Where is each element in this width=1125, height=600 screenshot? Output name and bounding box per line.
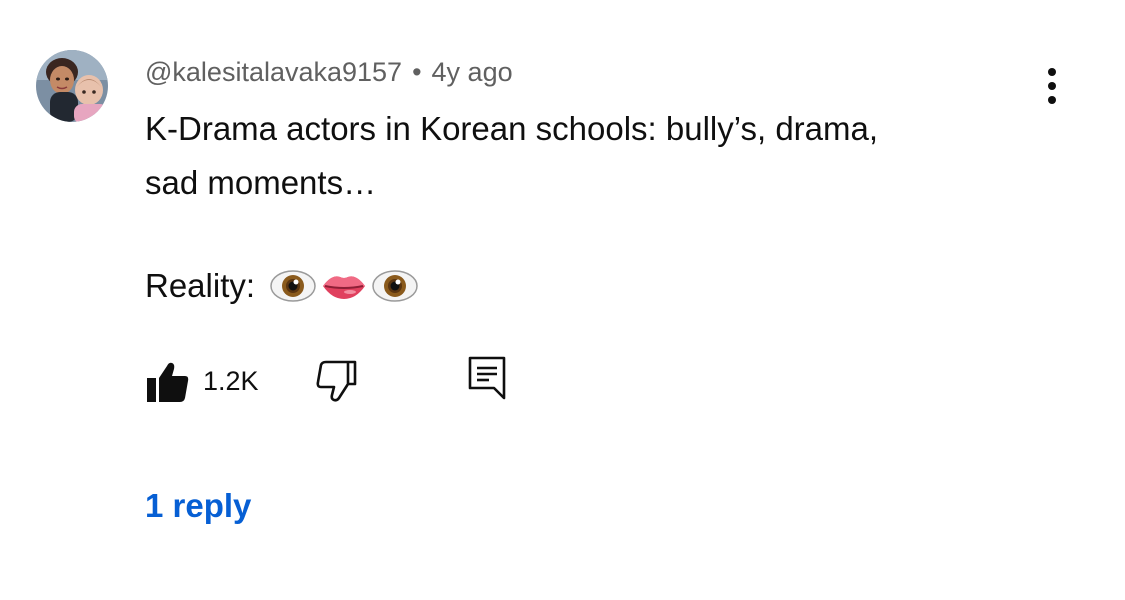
more-vertical-icon [1048,68,1056,104]
avatar-photo [36,50,108,122]
comment-text-line: K-Drama actors in Korean schools: bully’… [145,110,879,147]
comment-thread: @kalesitalavaka9157 • 4y ago K-Drama actor… [0,0,1125,600]
avatar[interactable] [36,50,108,122]
lips-icon [323,276,366,299]
eye-icon [372,270,418,302]
comment-meta: @kalesitalavaka9157 • 4y ago [145,55,513,89]
eye-icon [270,270,316,302]
comment-timestamp: 4y ago [431,57,513,87]
like-count: 1.2K [203,366,259,396]
reply-button[interactable] [465,354,509,404]
author-handle[interactable]: @kalesitalavaka9157 [145,57,402,87]
comment-text-line: sad moments… [145,164,377,201]
thumbs-down-outline-icon [316,360,357,402]
reply-comment-icon [468,356,506,400]
view-replies-link[interactable]: 1 reply [145,486,251,526]
meta-separator: • [412,57,422,87]
dislike-button[interactable] [313,358,359,404]
reality-label: Reality: [145,267,256,304]
thumbs-up-filled-icon [147,362,189,402]
emoji-row [269,266,419,306]
comment-reality-line: Reality: [145,262,419,310]
like-button[interactable] [145,358,191,404]
more-options-button[interactable] [1030,62,1074,110]
comment-text: K-Drama actors in Korean schools: bully’… [145,102,1025,210]
